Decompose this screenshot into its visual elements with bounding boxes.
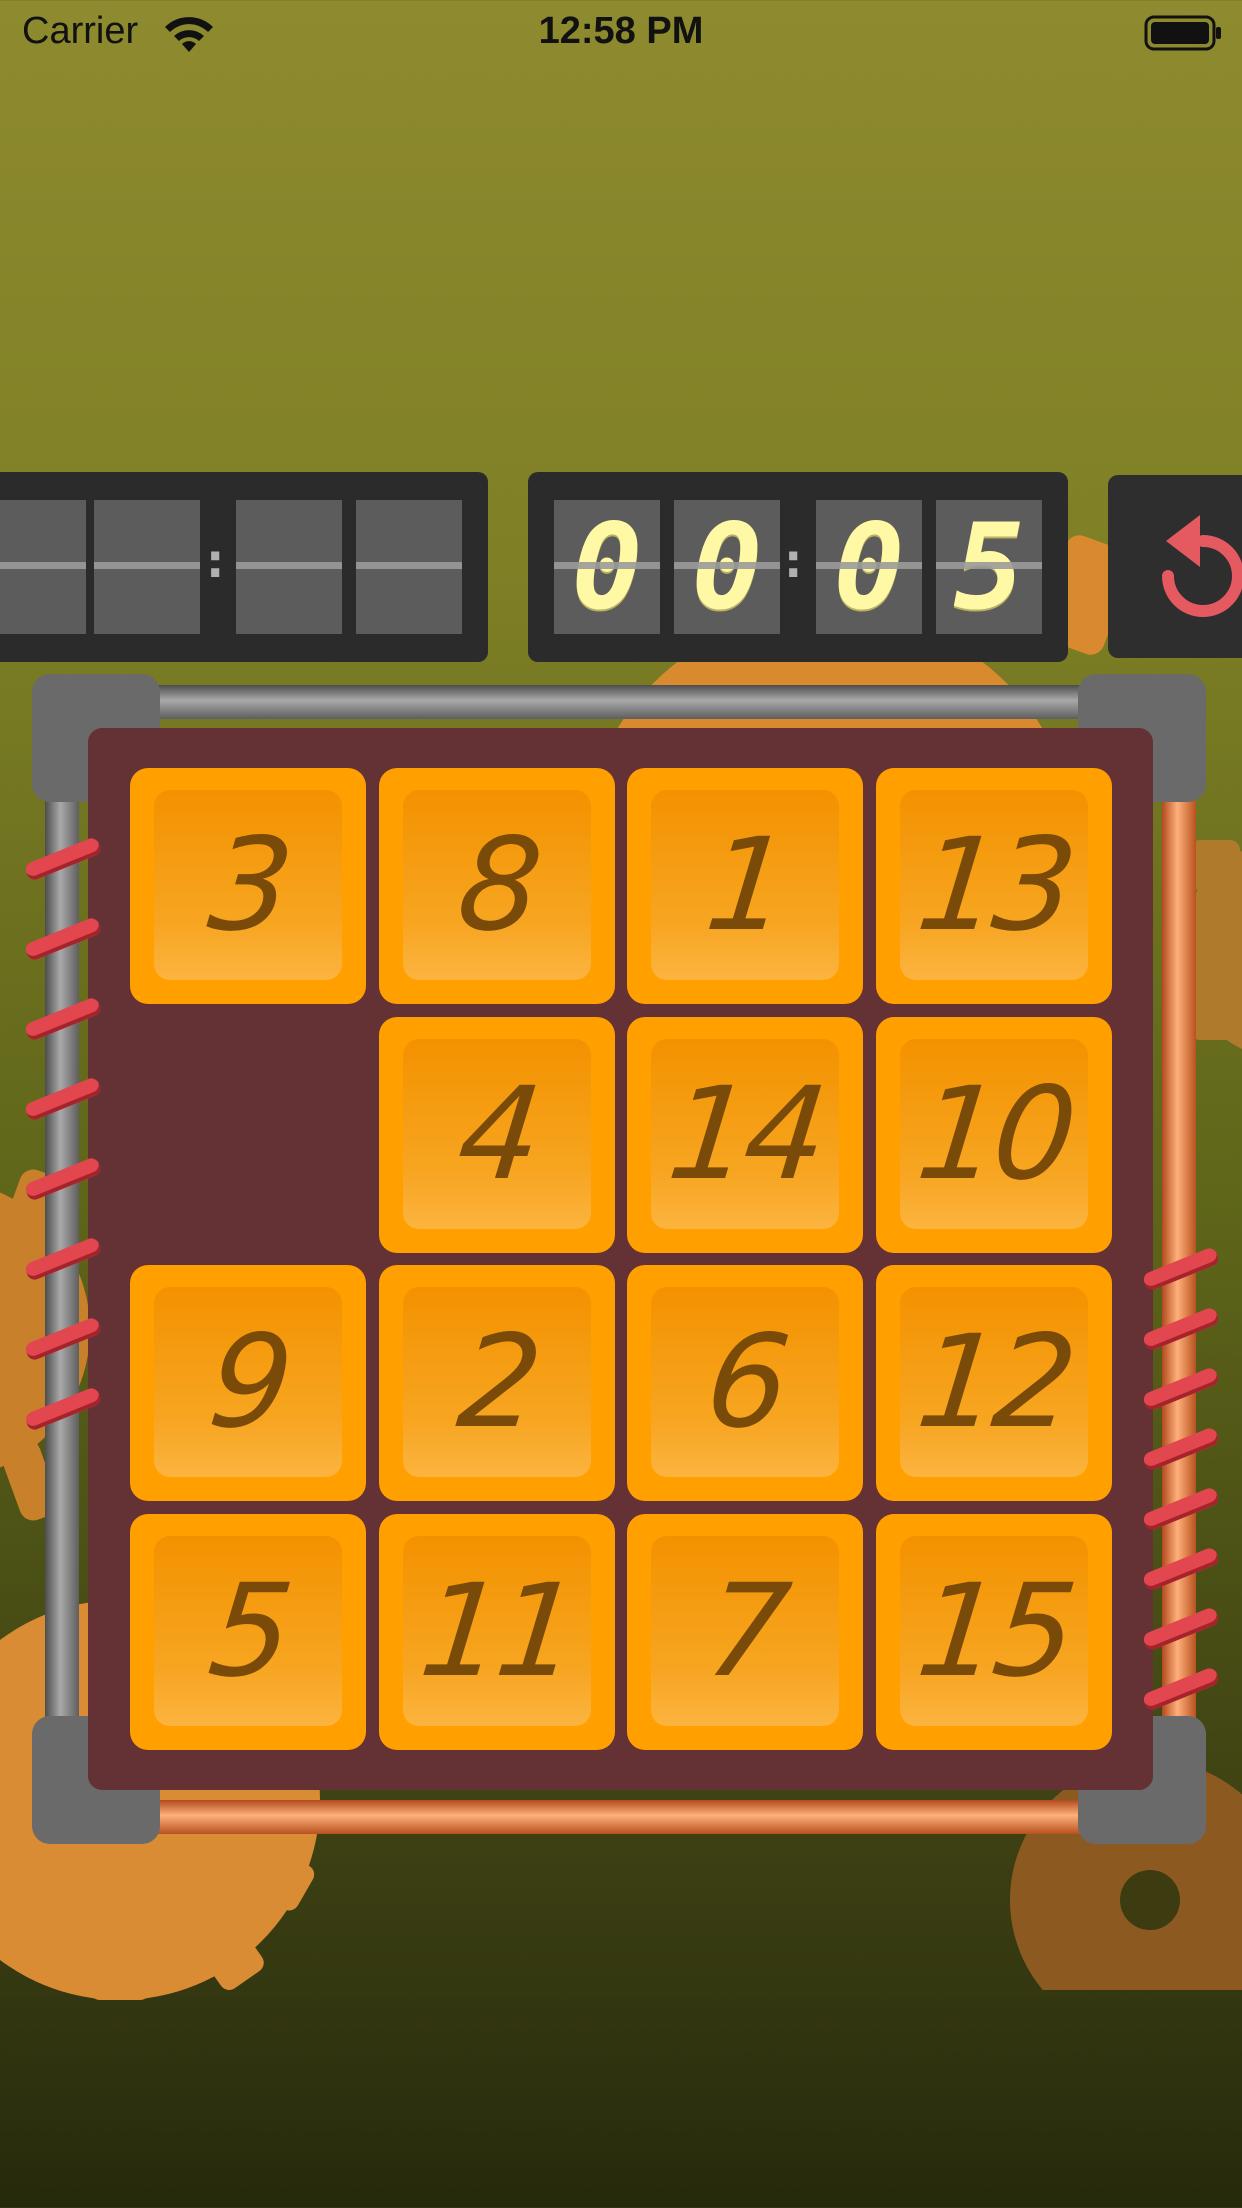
puzzle-tile[interactable]: 10	[876, 1017, 1112, 1253]
puzzle-tile[interactable]: 4	[379, 1017, 615, 1253]
tile-number: 2	[451, 1308, 543, 1457]
tile-number: 5	[202, 1557, 294, 1706]
puzzle-tile[interactable]: 6	[627, 1265, 863, 1501]
tile-number: 8	[451, 811, 543, 960]
restart-icon	[1162, 515, 1242, 617]
best-time-digit	[94, 500, 200, 634]
frame-pipe-bottom	[150, 1800, 1100, 1834]
timer-digit: 5	[936, 500, 1042, 634]
timer-digit: 0	[554, 500, 660, 634]
timer-panel: 0 0 : 0 5	[528, 472, 1068, 662]
puzzle-tile[interactable]: 8	[379, 768, 615, 1004]
puzzle-tile[interactable]: 13	[876, 768, 1112, 1004]
best-time-digit	[236, 500, 342, 634]
puzzle-tile[interactable]: 7	[627, 1514, 863, 1750]
tile-number: 6	[699, 1308, 791, 1457]
tile-number: 13	[910, 811, 1078, 960]
puzzle-tile[interactable]: 5	[130, 1514, 366, 1750]
puzzle-tile[interactable]: 12	[876, 1265, 1112, 1501]
tile-number: 4	[451, 1060, 543, 1209]
tile-number: 1	[699, 811, 791, 960]
best-time-digit	[356, 500, 462, 634]
restart-button[interactable]	[1108, 475, 1242, 658]
status-bar: Carrier 12:58 PM	[0, 0, 1242, 64]
tile-number: 14	[661, 1060, 829, 1209]
frame-pipe-top	[150, 685, 1100, 719]
puzzle-tile[interactable]: 2	[379, 1265, 615, 1501]
tile-number: 12	[910, 1308, 1078, 1457]
puzzle-tile[interactable]: 9	[130, 1265, 366, 1501]
timer-colon: :	[784, 534, 803, 588]
best-time-colon: :	[206, 534, 225, 588]
tile-number: 7	[699, 1557, 791, 1706]
puzzle-tile[interactable]: 14	[627, 1017, 863, 1253]
tile-number: 3	[202, 811, 294, 960]
best-time-digit	[0, 500, 86, 634]
timer-digit: 0	[816, 500, 922, 634]
tile-number: 11	[413, 1557, 581, 1706]
timer-digit: 0	[674, 500, 780, 634]
puzzle-tile[interactable]: 11	[379, 1514, 615, 1750]
battery-full-icon	[1144, 15, 1221, 51]
puzzle-tile[interactable]: 1	[627, 768, 863, 1004]
puzzle-tile[interactable]: 3	[130, 768, 366, 1004]
tile-number: 10	[910, 1060, 1078, 1209]
puzzle-tile[interactable]: 15	[876, 1514, 1112, 1750]
tile-number: 15	[910, 1557, 1078, 1706]
status-time: 12:58 PM	[538, 10, 704, 52]
best-time-panel: :	[0, 472, 488, 662]
tile-number: 9	[202, 1308, 294, 1457]
